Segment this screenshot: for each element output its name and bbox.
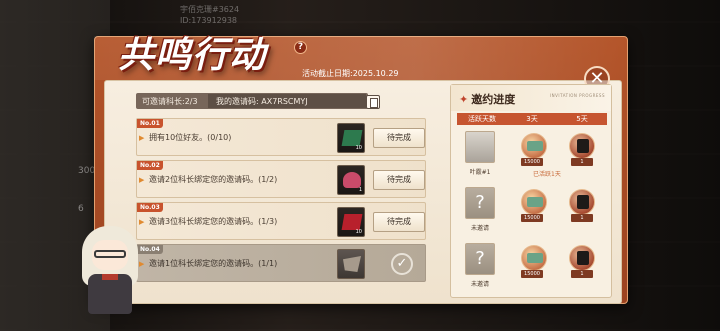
- invitee-name: 叶霰#1: [469, 169, 491, 176]
- task-number: No.03: [137, 203, 163, 212]
- task-row-3: No.03 ▶ 邀请3位科长绑定您的邀请码。(1/3) 10 待完成: [136, 202, 426, 240]
- reward-amount: 1: [571, 214, 593, 222]
- mascot-character: [78, 226, 140, 318]
- arrow-icon: ▶: [139, 218, 145, 226]
- copy-icon[interactable]: [366, 95, 380, 109]
- reward-count: 10: [355, 229, 362, 235]
- reward-amount: 15000: [521, 270, 543, 278]
- invite-code: 我的邀请码: AX7RSCMYJ: [208, 94, 366, 108]
- currency-reward-3d[interactable]: [521, 189, 547, 215]
- money-icon: [527, 253, 543, 263]
- day-5-label: 5天: [576, 115, 588, 123]
- mascot-bow: [102, 274, 118, 280]
- arrow-icon: ▶: [139, 134, 145, 142]
- progress-column-header: 活跃天数 3天 5天: [457, 113, 607, 125]
- task-number: No.04: [137, 245, 163, 254]
- background-player-info: 宇佰克珊#3624 ID:173912938: [180, 4, 239, 26]
- task-row-4: No.04 ▶ 邀请1位科长绑定您的邀请码。(1/1) ✓: [136, 244, 426, 282]
- task-description: 邀请2位科长绑定您的邀请码。(1/2): [149, 175, 278, 184]
- task-number: No.01: [137, 119, 163, 128]
- invitee-name: 未邀请: [470, 281, 489, 288]
- mascot-glasses: [94, 250, 126, 258]
- item-reward-5d[interactable]: [569, 133, 595, 159]
- task-number: No.02: [137, 161, 163, 170]
- question-icon[interactable]: ?: [294, 41, 307, 54]
- paper-icon: [343, 256, 361, 272]
- reward-count: 10: [355, 145, 362, 151]
- reward-amount: 1: [571, 158, 593, 166]
- money-icon: [527, 141, 543, 151]
- task-reward-item[interactable]: 10: [337, 123, 365, 153]
- reward-amount: 15000: [521, 214, 543, 222]
- active-days-status: 已活跃1天: [533, 171, 561, 178]
- currency-reward-3d[interactable]: [521, 133, 547, 159]
- reward-amount: 1: [571, 270, 593, 278]
- invitee-row-3: ? 未邀请 15000 1: [457, 241, 607, 293]
- gem-icon: [341, 130, 363, 146]
- question-icon: ?: [465, 243, 495, 275]
- question-icon: ?: [465, 187, 495, 219]
- item-reward-5d[interactable]: [569, 189, 595, 215]
- money-icon: [527, 197, 543, 207]
- active-days-label: 活跃天数: [468, 115, 496, 123]
- task-status-button[interactable]: 待完成: [373, 128, 425, 148]
- invitee-row-1: 叶霰#1 15000 1 已活跃1天: [457, 129, 607, 181]
- plant-icon: [343, 172, 361, 188]
- invitation-progress-panel: ✦ 邀约进度 INVITATION PROGRESS 活跃天数 3天 5天 叶霰#…: [450, 84, 612, 298]
- day-3-label: 3天: [526, 115, 538, 123]
- background-number-1: 300: [78, 166, 96, 176]
- event-title: 共鸣行动: [118, 34, 267, 76]
- item-icon: [577, 195, 589, 209]
- progress-title: ✦ 邀约进度: [459, 91, 515, 107]
- star-icon: ✦: [459, 93, 469, 106]
- mascot-body: [88, 274, 132, 314]
- currency-reward-3d[interactable]: [521, 245, 547, 271]
- background-number-2: 6: [78, 204, 84, 214]
- reward-count: 1: [358, 187, 362, 193]
- task-row-1: No.01 ▶ 拥有10位好友。(0/10) 10 待完成: [136, 118, 426, 156]
- progress-subtitle: INVITATION PROGRESS: [549, 93, 605, 98]
- progress-title-text: 邀约进度: [471, 93, 516, 106]
- task-status-button[interactable]: 待完成: [373, 212, 425, 232]
- event-deadline: 活动截止日期:2025.10.29: [302, 69, 399, 78]
- reward-amount: 15000: [521, 158, 543, 166]
- task-description: 拥有10位好友。(0/10): [149, 133, 232, 142]
- invite-limit: 可邀请科长:2/3: [142, 96, 198, 106]
- task-reward-item[interactable]: [337, 249, 365, 279]
- task-row-2: No.02 ▶ 邀请2位科长绑定您的邀请码。(1/2) 1 待完成: [136, 160, 426, 198]
- background-player-id: ID:173912938: [180, 16, 238, 25]
- invitee-row-2: ? 未邀请 15000 1: [457, 185, 607, 237]
- arrow-icon: ▶: [139, 176, 145, 184]
- task-reward-item[interactable]: 10: [337, 207, 365, 237]
- invite-tasks-panel: 可邀请科长:2/3 我的邀请码: AX7RSCMYJ No.01 ▶ 拥有10位…: [130, 88, 434, 288]
- task-reward-item[interactable]: 1: [337, 165, 365, 195]
- checkmark-icon: ✓: [391, 253, 413, 275]
- item-icon: [577, 251, 589, 265]
- invite-info-bar: 可邀请科长:2/3 我的邀请码: AX7RSCMYJ: [136, 93, 368, 109]
- task-description: 邀请1位科长绑定您的邀请码。(1/1): [149, 259, 278, 268]
- invitee-name: 未邀请: [470, 225, 489, 232]
- background-player-name: 宇佰克珊#3624: [180, 5, 240, 14]
- task-description: 邀请3位科长绑定您的邀请码。(1/3): [149, 217, 278, 226]
- character-avatar[interactable]: [465, 131, 495, 163]
- task-status-button[interactable]: 待完成: [373, 170, 425, 190]
- item-reward-5d[interactable]: [569, 245, 595, 271]
- item-icon: [577, 139, 589, 153]
- gem-icon: [341, 214, 363, 230]
